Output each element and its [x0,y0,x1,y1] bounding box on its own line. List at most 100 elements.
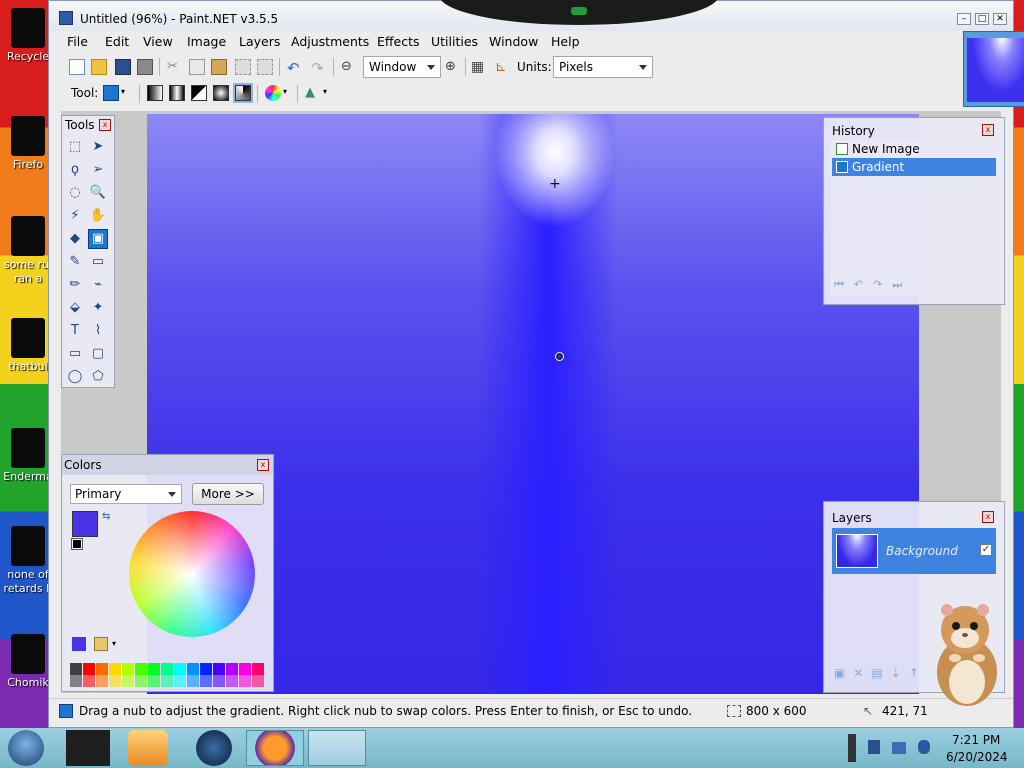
palette-swatch[interactable] [239,663,251,675]
pencil-tool-icon[interactable]: ✏ [66,276,84,294]
history-panel-close-icon[interactable]: x [982,124,994,136]
taskbar-app-terminal[interactable] [66,730,110,766]
palette-swatch[interactable] [83,675,95,687]
palette-swatch[interactable] [213,663,225,675]
rewind-icon[interactable]: ⏮ [834,278,854,291]
palette-swatch[interactable] [109,675,121,687]
palette-swatch[interactable] [70,663,82,675]
palette-swatch[interactable] [96,663,108,675]
move-selection-tool-icon[interactable]: ➢ [89,161,107,179]
history-item[interactable]: New Image [832,140,996,158]
palette-swatch[interactable] [148,675,160,687]
ellipse-select-tool-icon[interactable]: ◌ [66,184,84,202]
palette-swatch[interactable] [70,675,82,687]
copy-icon[interactable] [189,59,205,75]
palette-swatch[interactable] [252,663,264,675]
freeform-shape-tool-icon[interactable]: ⬠ [89,368,107,386]
palette-swatch[interactable] [83,663,95,675]
tray-network-icon[interactable] [892,742,906,754]
swap-colors-icon[interactable]: ⇆ [102,511,110,522]
redo-icon[interactable]: ↷ [311,59,327,77]
print-icon[interactable] [137,59,153,75]
linear-reflected-gradient-icon[interactable] [169,85,185,101]
image-thumbnail-tab[interactable] [963,31,1024,107]
conical-gradient-icon[interactable] [233,83,253,103]
paint-bucket-tool-icon[interactable]: ◆ [66,230,84,248]
rectangle-tool-icon[interactable]: ▭ [66,345,84,363]
palette-swatch[interactable] [200,675,212,687]
layer-visibility-checkbox[interactable]: ✓ [980,544,992,556]
diamond-gradient-icon[interactable] [191,85,207,101]
menu-edit[interactable]: Edit [105,34,129,49]
title-bar[interactable]: Untitled (96%) - Paint.NET v3.5.5 – □ ✕ [49,0,1013,31]
step-forward-icon[interactable]: ↷ [873,278,892,291]
taskbar-app-firefox[interactable] [246,730,304,766]
paintbrush-tool-icon[interactable]: ✎ [66,253,84,271]
zoom-in-icon[interactable]: ⊕ [445,59,461,75]
menu-view[interactable]: View [143,34,173,49]
palette-swatch[interactable] [122,675,134,687]
palette-swatch[interactable] [174,675,186,687]
ellipse-tool-icon[interactable]: ◯ [66,368,84,386]
tray-expand-icon[interactable] [848,734,856,762]
taskbar-app-globe[interactable] [196,730,232,766]
units-combo[interactable]: Pixels [553,56,653,78]
colors-panel-close-icon[interactable]: x [257,459,269,471]
palette-menu-icon[interactable] [94,637,108,651]
palette-swatch[interactable] [96,675,108,687]
taskbar-app-media-player[interactable] [128,730,168,766]
color-wheel[interactable] [129,511,255,637]
zoom-out-icon[interactable]: ⊖ [341,59,357,75]
antialiasing-icon[interactable]: ▲ [305,85,321,101]
gradient-tool-icon[interactable]: ▣ [88,229,108,249]
palette-swatch[interactable] [122,663,134,675]
color-mode-icon[interactable] [265,85,281,101]
pan-tool-icon[interactable]: ✋ [89,207,107,225]
antialiasing-dropdown-icon[interactable]: ▾ [323,87,339,103]
add-to-palette-icon[interactable] [72,637,86,651]
palette-swatch[interactable] [174,663,186,675]
clock-date[interactable]: 6/20/2024 [946,750,1008,764]
line-curve-tool-icon[interactable]: ⌇ [89,322,107,340]
radial-gradient-icon[interactable] [213,85,229,101]
tool-dropdown-icon[interactable]: ▾ [121,87,137,103]
more-colors-button[interactable]: More >> [192,483,264,505]
layers-panel-close-icon[interactable]: x [982,511,994,523]
menu-image[interactable]: Image [187,34,226,49]
palette-swatch[interactable] [226,663,238,675]
new-icon[interactable] [69,59,85,75]
palette-swatch[interactable] [239,675,251,687]
menu-window[interactable]: Window [489,34,538,49]
gradient-end-nub[interactable] [555,352,564,361]
grid-icon[interactable]: ▦ [471,59,487,75]
lasso-select-tool-icon[interactable]: ϙ [66,161,84,179]
maximize-button[interactable]: □ [975,13,989,25]
palette-swatch[interactable] [213,675,225,687]
palette-swatch[interactable] [187,663,199,675]
magic-wand-tool-icon[interactable]: ⚡ [66,207,84,225]
rulers-icon[interactable]: ⊾ [495,59,511,75]
history-item-selected[interactable]: Gradient [832,158,996,176]
close-button[interactable]: ✕ [993,13,1007,25]
gradient-start-nub[interactable]: + [549,177,561,191]
palette-swatch[interactable] [135,675,147,687]
layer-row[interactable]: Background ✓ [832,528,996,574]
reset-colors-icon[interactable] [71,538,83,550]
palette-swatch[interactable] [135,663,147,675]
open-icon[interactable] [91,59,107,75]
save-icon[interactable] [115,59,131,75]
palette-swatch[interactable] [148,663,160,675]
crop-to-selection-icon[interactable] [235,59,251,75]
rounded-rectangle-tool-icon[interactable]: ▢ [89,345,107,363]
deselect-icon[interactable] [257,59,273,75]
tray-security-icon[interactable] [868,740,880,754]
add-layer-icon[interactable]: ▣ [834,666,853,680]
duplicate-layer-icon[interactable]: ▤ [871,666,890,680]
zoom-combo[interactable]: Window [363,56,441,78]
color-picker-tool-icon[interactable]: ⌁ [89,276,107,294]
menu-adjustments[interactable]: Adjustments [291,34,369,49]
menu-layers[interactable]: Layers [239,34,280,49]
zoom-tool-icon[interactable]: 🔍 [89,184,107,202]
move-selected-pixels-tool-icon[interactable]: ➤ [89,138,107,156]
palette-dropdown-icon[interactable]: ▾ [112,639,116,648]
